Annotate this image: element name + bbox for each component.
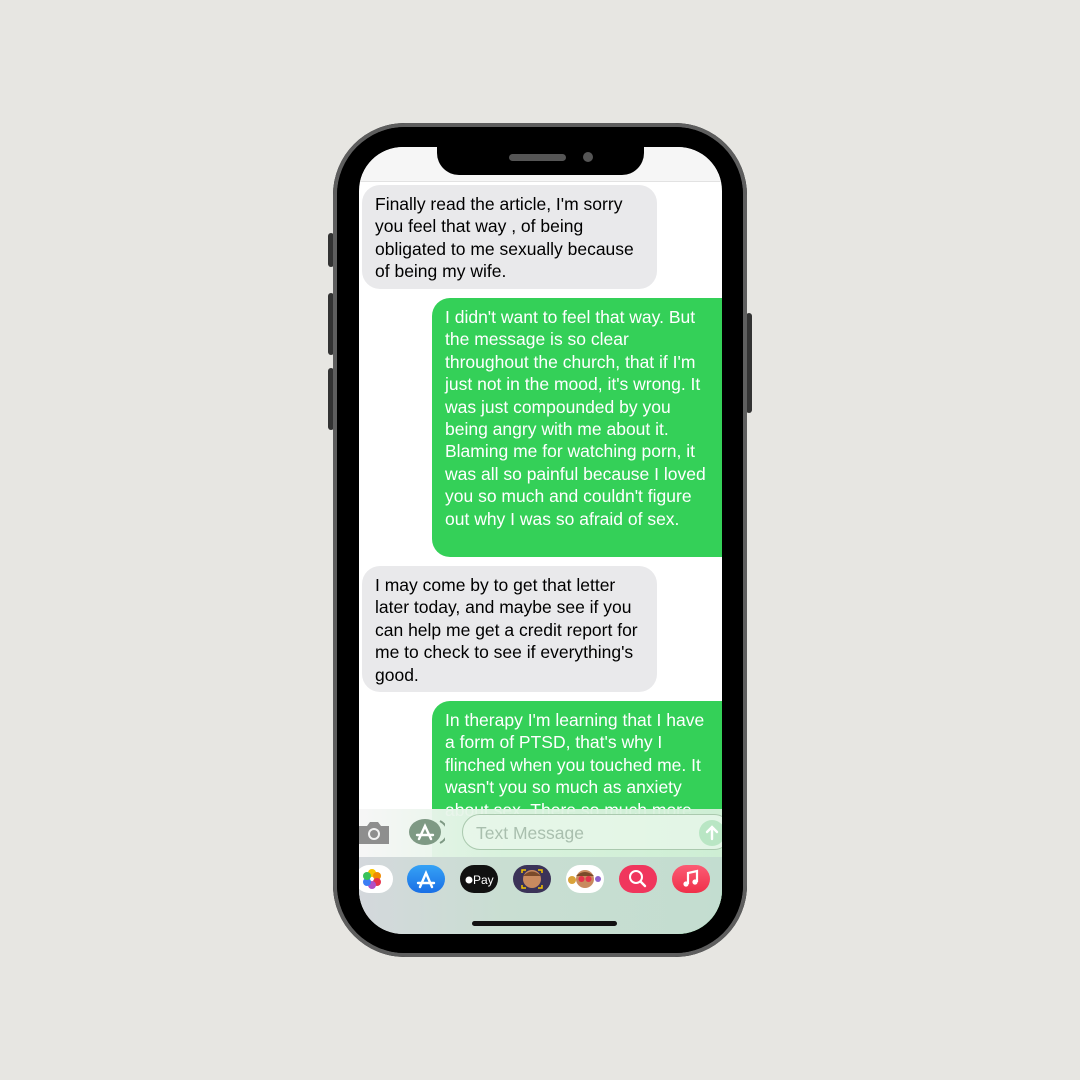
send-arrow-icon [705,825,719,841]
music-app-button[interactable] [672,865,710,893]
music-icon [683,869,699,887]
app-drawer: Pay [359,857,722,934]
camera-icon[interactable] [359,820,389,844]
send-button[interactable] [699,820,722,846]
memoji-app-button[interactable] [513,865,551,893]
app-store-icon[interactable] [409,818,445,846]
app-store-icon [416,869,436,889]
earpiece-speaker [509,154,566,161]
message-bubble-received[interactable]: Finally read the article, I'm sorry you … [362,185,657,289]
notch [437,147,644,175]
messages-screen: Finally read the article, I'm sorry you … [359,147,722,934]
memoji-icon [521,869,543,889]
compose-bar: Text Message [359,809,722,857]
apple-pay-app-button[interactable]: Pay [460,865,498,893]
message-input-placeholder: Text Message [476,823,584,843]
message-bubble-sent[interactable]: I didn't want to feel that way. But the … [432,298,722,557]
apple-pay-icon: Pay [465,873,494,887]
image-search-icon [629,870,647,888]
photos-icon [363,869,381,889]
message-bubble-received[interactable]: I may come by to get that letter later t… [362,566,657,692]
memoji-stickers-icon [568,870,601,888]
memoji-stickers-app-button[interactable] [566,865,604,893]
message-input[interactable]: Text Message [462,814,722,850]
photos-app-button[interactable] [359,865,393,893]
front-camera [583,152,593,162]
app-store-app-button[interactable] [407,865,445,893]
home-indicator[interactable] [472,921,617,926]
image-search-app-button[interactable] [619,865,657,893]
svg-text:Pay: Pay [473,873,494,887]
